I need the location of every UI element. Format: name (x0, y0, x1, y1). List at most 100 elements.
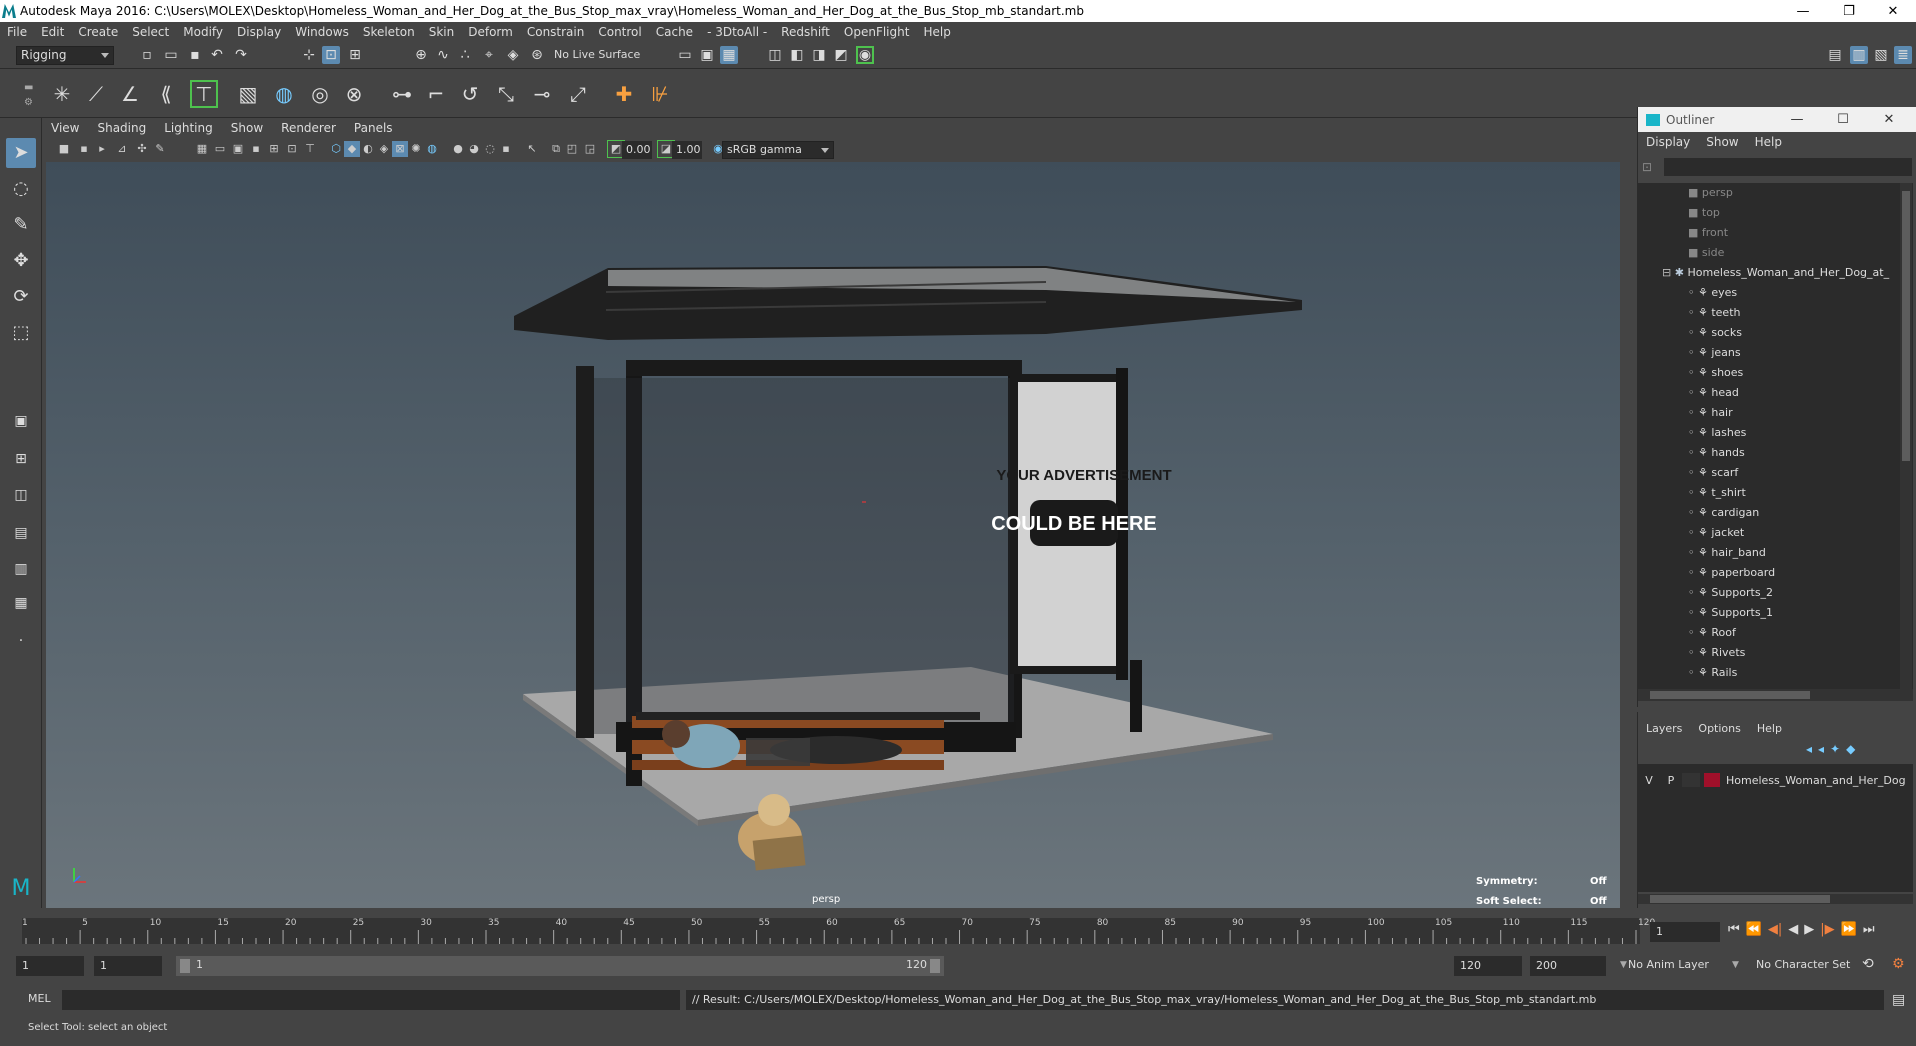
panel-menu-panels[interactable]: Panels (345, 121, 402, 135)
layer-display-type[interactable] (1682, 773, 1700, 787)
menu-deform[interactable]: Deform (461, 25, 520, 39)
auto-key-icon[interactable]: ⟲ (1862, 956, 1874, 972)
scale-constraint-icon[interactable]: ⤡ (490, 78, 522, 110)
panel-menu-shading[interactable]: Shading (88, 121, 155, 135)
menu-3dtoall[interactable]: - 3DtoAll - (700, 25, 774, 39)
outliner-item[interactable]: ◦ ⚘ Rails (1638, 663, 1900, 683)
step-forward-frame-icon[interactable]: |▶ (1820, 922, 1834, 937)
bookmark-icon[interactable]: ▸ (94, 141, 110, 157)
go-to-end-icon[interactable]: ⏭ (1863, 922, 1875, 937)
2d-pan-zoom-icon[interactable]: ✣ (134, 141, 150, 157)
safe-action-icon[interactable]: ⊡ (284, 141, 300, 157)
layer-playback-toggle[interactable]: P (1660, 774, 1682, 787)
layers-menu-layers[interactable]: Layers (1638, 722, 1690, 735)
lattice-icon[interactable]: ◍ (268, 78, 300, 110)
channel-box-toggle-icon[interactable]: ≣ (1894, 46, 1912, 64)
scale-tool-icon[interactable]: ⬚ (6, 318, 36, 348)
command-input[interactable] (62, 990, 680, 1010)
outliner-item-side[interactable]: ■ side (1638, 243, 1900, 263)
outliner-item[interactable]: ◦ ⚘ Rivets (1638, 643, 1900, 663)
xray-icon[interactable]: ⧉ (548, 141, 564, 157)
live-surface-label[interactable]: No Live Surface (554, 48, 640, 61)
outliner-item[interactable]: ◦ ⚘ hair_band (1638, 543, 1900, 563)
wireframe-icon[interactable]: ⬡ (328, 141, 344, 157)
menu-help[interactable]: Help (916, 25, 957, 39)
persp-uv-layout-icon[interactable]: ▦ (6, 588, 36, 618)
xray-components-icon[interactable]: ◲ (582, 141, 598, 157)
outliner-item[interactable]: ◦ ⚘ socks (1638, 323, 1900, 343)
layer-action-icons[interactable]: ◂◂✦◆ (1806, 742, 1861, 756)
outliner-item[interactable]: ◦ ⚘ cardigan (1638, 503, 1900, 523)
wrap-deformer-icon[interactable]: ◎ (304, 78, 336, 110)
outliner-filter-icon[interactable]: ⊡ (1642, 160, 1664, 174)
aim-constraint-icon[interactable]: ⊸ (526, 78, 558, 110)
outliner-item[interactable]: ◦ ⚘ Supports_2 (1638, 583, 1900, 603)
outliner-item-persp[interactable]: ■ persp (1638, 183, 1900, 203)
step-forward-key-icon[interactable]: ⏩ (1841, 922, 1857, 937)
four-pane-layout-icon[interactable]: ⊞ (6, 444, 36, 474)
motion-blur-icon[interactable]: ◕ (466, 141, 482, 157)
menu-constrain[interactable]: Constrain (520, 25, 592, 39)
select-object-icon[interactable]: ⊡ (322, 46, 340, 64)
safe-title-icon[interactable]: ⊤ (302, 141, 318, 157)
wireframe-on-shaded-icon[interactable]: ◈ (376, 141, 392, 157)
open-scene-icon[interactable]: ▭ (162, 46, 180, 64)
move-tool-icon[interactable]: ✥ (6, 246, 36, 276)
persp-outliner-layout-icon[interactable]: ▥ (6, 554, 36, 584)
panel-menu-show[interactable]: Show (222, 121, 272, 135)
menu-display[interactable]: Display (230, 25, 288, 39)
layer-visibility-toggle[interactable]: V (1638, 774, 1660, 787)
outliner-menu-show[interactable]: Show (1698, 135, 1746, 149)
maya-home-icon[interactable]: M (6, 874, 36, 904)
outliner-minimize-button[interactable]: — (1774, 107, 1820, 132)
outliner-item[interactable]: ◦ ⚘ jeans (1638, 343, 1900, 363)
film-gate-icon[interactable]: ▭ (212, 141, 228, 157)
outliner-item[interactable]: ◦ ⚘ Supports_1 (1638, 603, 1900, 623)
layers-menu-options[interactable]: Options (1690, 722, 1748, 735)
new-scene-icon[interactable]: ▫ (138, 46, 156, 64)
go-to-start-icon[interactable]: ⏮ (1728, 922, 1740, 937)
create-locator-icon[interactable]: ⊤ (188, 78, 220, 110)
select-tool-icon[interactable]: ➤ (6, 138, 36, 168)
close-button[interactable]: ✕ (1870, 0, 1916, 22)
menu-modify[interactable]: Modify (176, 25, 230, 39)
outliner-search-input[interactable] (1664, 158, 1912, 176)
input-ops-icon[interactable]: ▭ (676, 46, 694, 64)
use-all-lights-icon[interactable]: ✺ (408, 141, 424, 157)
outliner-item-front[interactable]: ■ front (1638, 223, 1900, 243)
outliner-item[interactable]: ◦ ⚘ hands (1638, 443, 1900, 463)
isolate-select-icon[interactable]: ↖ (524, 141, 540, 157)
menu-file[interactable]: File (0, 25, 34, 39)
outliner-item[interactable]: ◦ ⚘ hair (1638, 403, 1900, 423)
outliner-menu-help[interactable]: Help (1747, 135, 1790, 149)
outliner-menu-display[interactable]: Display (1638, 135, 1698, 149)
menu-openflight[interactable]: OpenFlight (837, 25, 917, 39)
camera-attributes-icon[interactable]: ▪ (76, 141, 92, 157)
outliner-item[interactable]: ◦ ⚘ paperboard (1638, 563, 1900, 583)
shadows-icon[interactable]: ◍ (424, 141, 440, 157)
menu-windows[interactable]: Windows (288, 25, 356, 39)
outliner-item[interactable]: ◦ ⚘ shoes (1638, 363, 1900, 383)
joint-tool-icon[interactable]: ✳ (46, 78, 78, 110)
time-ruler[interactable]: 1 5 10 15 20 25 30 35 40 45 50 55 60 65 70 75 80 85 90 95 1… (22, 918, 1655, 944)
textured-icon[interactable]: ⊠ (392, 141, 408, 157)
snap-point-icon[interactable]: ∴ (456, 46, 474, 64)
outliner-item[interactable]: ◦ ⚘ scarf (1638, 463, 1900, 483)
snap-surface-icon[interactable]: ◈ (504, 46, 522, 64)
animation-end-field[interactable]: 200 (1530, 956, 1606, 976)
viewport-persp[interactable]: YOUR ADVERTISEMENT COULD BE HERE Symmetr… (46, 162, 1620, 908)
menu-skeleton[interactable]: Skeleton (356, 25, 422, 39)
anim-layer-dropdown[interactable]: No Anim Layer (1628, 958, 1748, 971)
attribute-editor-toggle-icon[interactable]: ▥ (1850, 46, 1868, 64)
single-pane-layout-icon[interactable]: ▣ (6, 406, 36, 436)
step-back-frame-icon[interactable]: ◀︎| (1768, 922, 1782, 937)
play-forward-icon[interactable]: ▶ (1804, 922, 1814, 937)
layer-color-swatch[interactable] (1704, 773, 1720, 787)
menu-edit[interactable]: Edit (34, 25, 71, 39)
character-set-dropdown[interactable]: No Character Set (1756, 958, 1866, 971)
construction-history-icon[interactable]: ▣ (698, 46, 716, 64)
playback-start-field[interactable]: 1 (94, 956, 162, 976)
cluster-icon[interactable]: ▧ (232, 78, 264, 110)
script-editor-icon[interactable]: ▤ (1892, 992, 1905, 1008)
minimize-button[interactable]: — (1780, 0, 1826, 22)
